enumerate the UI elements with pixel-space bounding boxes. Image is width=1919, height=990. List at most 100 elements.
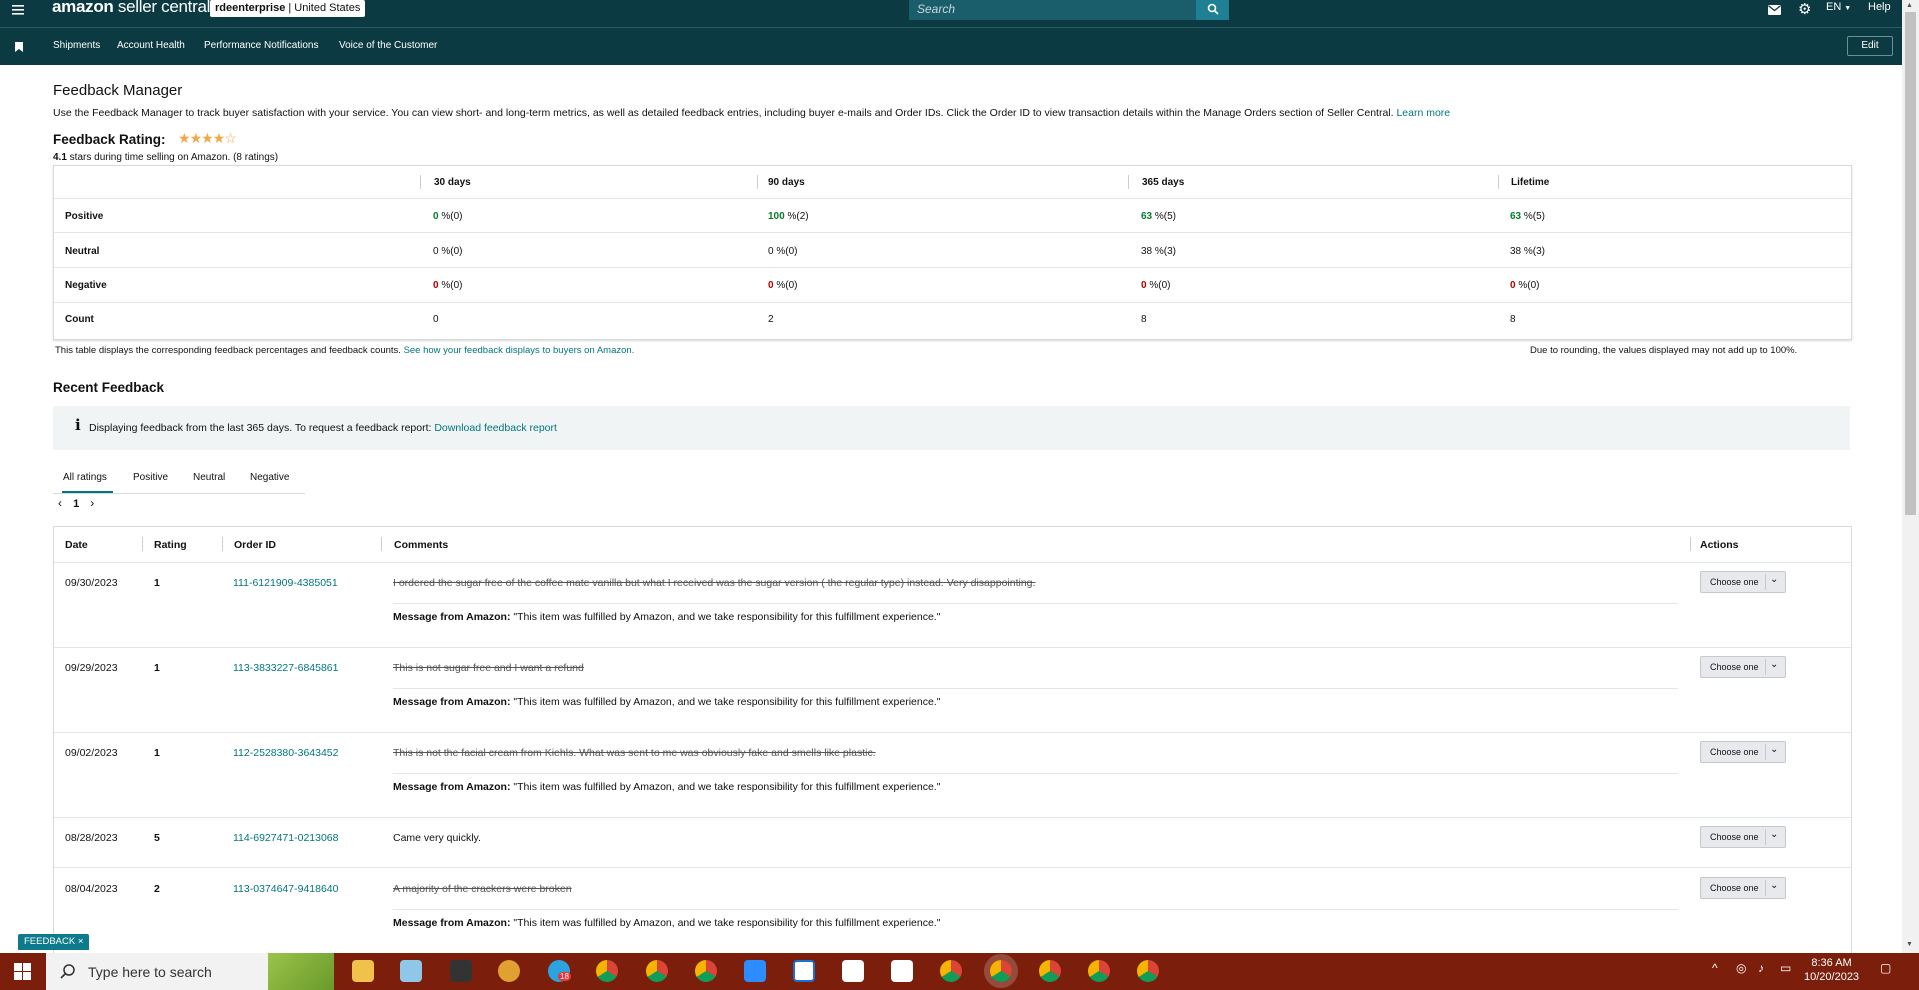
chrome-profile-icon[interactable] bbox=[1039, 960, 1061, 982]
chrome-profile-icon[interactable] bbox=[1088, 960, 1110, 982]
system-clock[interactable]: 8:36 AM 10/20/2023 bbox=[1804, 956, 1859, 984]
calculator-icon[interactable] bbox=[450, 960, 472, 982]
action-dropdown-label: Choose one bbox=[1710, 832, 1759, 842]
order-id-link[interactable]: 113-0374647-9418640 bbox=[233, 883, 339, 895]
zoom-icon[interactable] bbox=[744, 960, 766, 982]
action-dropdown[interactable]: Choose one ⌄ bbox=[1700, 741, 1786, 763]
chart-app-icon[interactable] bbox=[842, 960, 864, 982]
download-report-link[interactable]: Download feedback report bbox=[434, 422, 557, 434]
chart-app-icon[interactable] bbox=[891, 960, 913, 982]
column-header-actions: Actions bbox=[1700, 539, 1739, 551]
menu-icon[interactable] bbox=[12, 2, 26, 20]
metric-percent: 63 bbox=[1141, 211, 1153, 222]
tab-negative[interactable]: Negative bbox=[250, 472, 289, 483]
feedback-rating: 1 bbox=[154, 662, 160, 674]
dropdown-divider bbox=[1765, 659, 1766, 675]
edit-nav-button[interactable]: Edit bbox=[1847, 36, 1893, 56]
nav-shipments[interactable]: Shipments bbox=[53, 40, 100, 51]
order-id-link[interactable]: 111-6121909-4385051 bbox=[233, 577, 338, 589]
top-bar: amazon seller central rdeenterprise | Un… bbox=[0, 0, 1902, 27]
sub-navigation: Shipments Account Health Performance Not… bbox=[0, 27, 1902, 65]
action-dropdown[interactable]: Choose one ⌄ bbox=[1700, 656, 1786, 678]
action-dropdown[interactable]: Choose one ⌄ bbox=[1700, 826, 1786, 848]
store-separator: | bbox=[285, 2, 295, 14]
logo-brand: amazon bbox=[52, 0, 114, 16]
chrome-profile-icon[interactable] bbox=[940, 960, 962, 982]
slack-icon[interactable] bbox=[498, 960, 520, 982]
message-text: "This item was fulfilled by Amazon, and … bbox=[510, 781, 941, 793]
current-page[interactable]: 1 bbox=[73, 498, 79, 510]
star-icon: ★ bbox=[212, 130, 226, 146]
feedback-comment: Came very quickly. bbox=[393, 832, 481, 844]
tab-positive[interactable]: Positive bbox=[133, 472, 168, 483]
metric-count: %(3) bbox=[1152, 246, 1177, 257]
feedback-date: 08/04/2023 bbox=[65, 883, 118, 895]
search-button[interactable] bbox=[1196, 0, 1229, 20]
action-dropdown[interactable]: Choose one ⌄ bbox=[1700, 877, 1786, 899]
gear-icon[interactable]: ⚙ bbox=[1798, 0, 1811, 18]
metric-count: %(0) bbox=[438, 246, 463, 257]
volume-icon[interactable]: ♪ bbox=[1758, 961, 1764, 975]
file-explorer-icon[interactable] bbox=[352, 960, 374, 982]
chrome-profile-icon[interactable] bbox=[1137, 960, 1159, 982]
action-dropdown[interactable]: Choose one ⌄ bbox=[1700, 571, 1786, 593]
feedback-metrics-table: 30 days 90 days 365 days Lifetime Positi… bbox=[53, 165, 1852, 340]
info-icon: i bbox=[75, 416, 81, 434]
feedback-tab[interactable]: FEEDBACK × bbox=[18, 934, 90, 950]
star-icon: ★ bbox=[201, 130, 214, 146]
column-separator bbox=[381, 537, 382, 551]
bookmark-icon[interactable] bbox=[15, 39, 23, 57]
nav-voice-of-the-customer[interactable]: Voice of the Customer bbox=[339, 40, 437, 51]
recent-feedback-table: Date Rating Order ID Comments Actions 09… bbox=[53, 526, 1852, 957]
notifications-icon[interactable]: ▢ bbox=[1880, 961, 1891, 975]
seller-central-logo[interactable]: amazon seller central bbox=[52, 0, 210, 17]
language-selector[interactable]: EN ▼ bbox=[1826, 1, 1851, 13]
chevron-down-icon: ⌄ bbox=[1770, 744, 1779, 755]
meet-now-icon[interactable]: ◎ bbox=[1736, 961, 1746, 975]
chrome-profile-icon[interactable] bbox=[646, 960, 668, 982]
chrome-active-icon[interactable] bbox=[990, 960, 1012, 982]
scrollbar-thumb[interactable] bbox=[1905, 12, 1916, 515]
order-id-link[interactable]: 113-3833227-6845861 bbox=[233, 662, 339, 674]
store-switcher[interactable]: rdeenterprise | United States bbox=[210, 0, 366, 17]
tab-all-ratings[interactable]: All ratings bbox=[63, 472, 107, 483]
metrics-note: This table displays the corresponding fe… bbox=[55, 345, 634, 356]
page-scrollbar[interactable]: ▲ ▼ bbox=[1902, 0, 1919, 953]
search-input[interactable] bbox=[909, 0, 1194, 18]
chrome-profile-icon[interactable] bbox=[695, 960, 717, 982]
chrome-icon[interactable] bbox=[596, 960, 618, 982]
metrics-cell: 38 %(3) bbox=[1510, 246, 1545, 257]
metrics-header-365-days: 365 days bbox=[1142, 177, 1185, 188]
comment-divider bbox=[393, 909, 1678, 910]
notepad-icon[interactable] bbox=[400, 960, 422, 982]
learn-more-link[interactable]: Learn more bbox=[1396, 107, 1450, 119]
mail-icon[interactable] bbox=[1768, 2, 1781, 20]
network-icon[interactable]: ▭ bbox=[1780, 961, 1791, 975]
metrics-header-lifetime: Lifetime bbox=[1511, 177, 1550, 188]
comment-divider bbox=[393, 603, 1678, 604]
metrics-count-cell: 8 bbox=[1510, 314, 1516, 325]
tab-neutral[interactable]: Neutral bbox=[193, 472, 225, 483]
chevron-up-icon[interactable]: ^ bbox=[1712, 961, 1718, 975]
order-id-link[interactable]: 114-6927471-0213068 bbox=[233, 832, 339, 844]
rating-stars: ★★★★☆ bbox=[178, 130, 237, 147]
message-label: Message from Amazon: bbox=[393, 696, 511, 708]
rakuten-icon[interactable] bbox=[793, 960, 815, 982]
help-link[interactable]: Help bbox=[1868, 1, 1891, 13]
row-divider bbox=[54, 867, 1851, 868]
feedback-rating: 2 bbox=[154, 883, 160, 895]
windows-start-icon[interactable] bbox=[0, 953, 46, 990]
row-divider bbox=[54, 232, 1851, 233]
description-text: Use the Feedback Manager to track buyer … bbox=[53, 107, 1397, 119]
feedback-display-link[interactable]: See how your feedback displays to buyers… bbox=[404, 345, 635, 356]
chevron-right-icon[interactable]: › bbox=[90, 496, 94, 510]
chevron-left-icon[interactable]: ‹ bbox=[58, 496, 62, 510]
nav-performance-notifications[interactable]: Performance Notifications bbox=[204, 40, 319, 51]
scroll-down-icon[interactable]: ▼ bbox=[1906, 941, 1913, 948]
metric-percent: 38 bbox=[1510, 246, 1522, 257]
scroll-up-icon[interactable]: ▲ bbox=[1906, 2, 1913, 9]
metrics-cell: 0 %(0) bbox=[768, 246, 797, 257]
taskbar-search[interactable]: Type here to search bbox=[46, 953, 334, 990]
order-id-link[interactable]: 112-2528380-3643452 bbox=[233, 747, 339, 759]
nav-account-health[interactable]: Account Health bbox=[117, 40, 185, 51]
